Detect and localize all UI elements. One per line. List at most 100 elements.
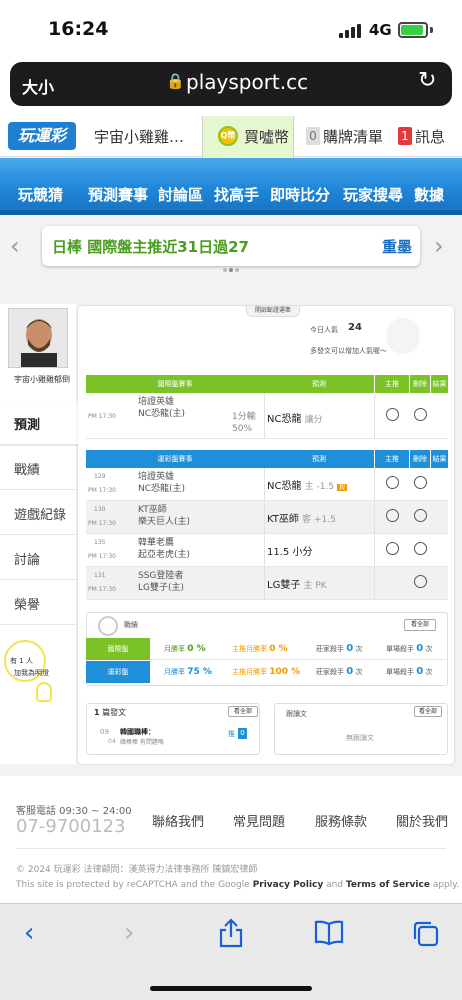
- pick-team: LG雙子 主 PK: [267, 576, 327, 591]
- main-pick-radio[interactable]: [386, 476, 399, 489]
- bookmarks-icon[interactable]: [314, 920, 344, 950]
- battery-tip: [430, 27, 433, 33]
- terms-link[interactable]: Terms of Service: [346, 880, 430, 890]
- site-logo[interactable]: 玩運彩: [8, 122, 76, 150]
- sidebar-item-label: 遊戲紀錄: [14, 508, 67, 523]
- stats-row-intl: 國際盤 月勝率 0 % 主推月勝率 0 % 莊家殺手 0 次 單場殺手 0 次: [86, 638, 448, 660]
- forward-icon[interactable]: ›: [124, 918, 134, 948]
- stat-label: 單場殺手: [386, 668, 414, 676]
- avatar[interactable]: [8, 308, 68, 368]
- post-title[interactable]: 韓國職棒：: [120, 727, 155, 737]
- col-divider: [374, 393, 375, 439]
- table-row: PM 17:30 培證英雄 NC恐龍(主) 1分輸 50% NC恐龍 讓分: [86, 393, 448, 439]
- share-icon[interactable]: [218, 918, 244, 952]
- replies-label: 跟讀文: [286, 710, 307, 718]
- menu-item-forum[interactable]: 討論區: [158, 184, 203, 205]
- captcha-and: and: [326, 880, 344, 890]
- menu-item-predict[interactable]: 預測賽事: [88, 184, 148, 205]
- back-icon[interactable]: ‹: [24, 918, 34, 948]
- pick-team: KT巫師 客 +1.5: [267, 510, 336, 525]
- nav-username[interactable]: 宇宙小雞雞…: [94, 126, 184, 147]
- delete-radio[interactable]: [414, 575, 427, 588]
- sports-header-main: 主推: [375, 450, 409, 468]
- chevron-right-icon[interactable]: ›: [434, 232, 444, 260]
- coin-label[interactable]: 買噓幣: [244, 126, 289, 147]
- posts-view-all-button[interactable]: 看全部: [228, 706, 258, 717]
- stat-killer: 莊家殺手 0 次: [316, 638, 362, 660]
- stat-unit: 次: [355, 645, 363, 653]
- pick-detail: 讓分: [304, 415, 323, 425]
- sidebar-item-record[interactable]: 戰績: [0, 446, 76, 490]
- sports-header-delete: 刪除: [410, 450, 430, 468]
- intl-header-predict: 預測: [264, 375, 374, 393]
- main-pick-radio[interactable]: [386, 542, 399, 555]
- target-icon: [98, 616, 118, 636]
- cart-count-badge: 0: [306, 127, 320, 145]
- match-number: 135: [94, 539, 106, 546]
- sidebar-item-discussion[interactable]: 討論: [0, 536, 76, 580]
- stat-label: 月勝率: [164, 668, 185, 676]
- sports-header-match: 運彩盤賽事: [86, 450, 264, 468]
- intl-header-result: 結果: [431, 375, 448, 393]
- home-indicator: [150, 986, 312, 991]
- col-divider: [264, 468, 265, 600]
- pick-detail: 主 -1.5: [304, 482, 335, 492]
- ticker-dots: [223, 268, 239, 274]
- stat-label: 主推月勝率: [232, 668, 267, 676]
- match-time: PM 17:30: [88, 586, 116, 593]
- delete-radio[interactable]: [414, 476, 427, 489]
- footer-link-contact[interactable]: 聯絡我們: [152, 811, 204, 830]
- url-text[interactable]: playsport.cc: [186, 70, 308, 94]
- team-away: KT巫師: [138, 505, 167, 515]
- match-teams: 韓華老鷹 起亞老虎(主): [138, 537, 190, 561]
- match-teams: KT巫師 樂天巨人(主): [138, 504, 190, 528]
- match-time: PM 17:30: [88, 413, 116, 420]
- post-subtitle[interactable]: 韓棒棒 有問題嗎: [120, 737, 164, 746]
- pick-text: NC恐龍: [267, 481, 302, 492]
- main-pick-radio[interactable]: [386, 408, 399, 421]
- reload-icon[interactable]: ↻: [418, 68, 436, 93]
- replies-view-all-button[interactable]: 看全部: [414, 706, 442, 717]
- footer-link-terms[interactable]: 服務條款: [315, 811, 367, 830]
- ticker-text[interactable]: 日棒 國際盤主推近31日過27: [52, 236, 249, 257]
- menu-item-data[interactable]: 數據: [414, 184, 444, 205]
- sidebar-item-honor[interactable]: 榮譽: [0, 581, 76, 625]
- posts-label: 篇發文: [102, 708, 127, 717]
- sidebar-item-game-log[interactable]: 遊戲紀錄: [0, 491, 76, 535]
- message-link[interactable]: 訊息: [415, 126, 445, 147]
- footer-link-faq[interactable]: 常見問題: [233, 811, 285, 830]
- stats-view-all-button[interactable]: 看全部: [404, 619, 436, 631]
- privacy-link[interactable]: Privacy Policy: [253, 880, 324, 890]
- lightbulb-icon[interactable]: [36, 682, 52, 702]
- team-away: 培證英雄: [138, 397, 175, 407]
- delete-radio[interactable]: [414, 408, 427, 421]
- menu-label: 玩競猜: [18, 186, 64, 204]
- copyright: © 2024 玩運彩 法律顧問：漢英得力法律事務所 陳鎮宏律師: [16, 865, 258, 875]
- menu-item-player-search[interactable]: 玩家搜尋: [343, 184, 403, 205]
- panel-toggle-tab[interactable]: 開啟斷證運牽: [246, 306, 300, 317]
- main-pick-radio[interactable]: [386, 509, 399, 522]
- text-size-button[interactable]: 大小: [22, 74, 54, 98]
- team-away: SSG登陸者: [138, 571, 184, 581]
- table-row: 130 PM 17:30 KT巫師 樂天巨人(主) KT巫師 客 +1.5: [86, 501, 448, 534]
- chevron-left-icon[interactable]: ‹: [10, 232, 20, 260]
- tabs-icon[interactable]: [412, 920, 440, 952]
- col-divider: [374, 468, 375, 600]
- menu-item-guess[interactable]: 玩競猜: [18, 184, 63, 205]
- menu-item-experts[interactable]: 找高手: [214, 184, 259, 205]
- stat-value: 75 %: [187, 667, 212, 677]
- footer-link-about[interactable]: 關於我們: [396, 811, 448, 830]
- sidebar-item-predict[interactable]: 預測: [0, 401, 80, 445]
- stat-main-rate: 主推月勝率 0 %: [232, 638, 288, 660]
- team-home: NC恐龍(主): [138, 409, 186, 419]
- pick-text: KT巫師: [267, 514, 299, 525]
- post-like-count: 0: [238, 728, 247, 739]
- cart-link[interactable]: 購牌清單: [323, 126, 383, 147]
- post-date-month: 09: [100, 728, 109, 736]
- hot-badge: 殺: [337, 484, 348, 491]
- ticker-team[interactable]: 重墨: [382, 236, 412, 257]
- menu-item-livescore[interactable]: 即時比分: [270, 184, 330, 205]
- service-phone[interactable]: 07-9700123: [16, 816, 126, 837]
- delete-radio[interactable]: [414, 542, 427, 555]
- delete-radio[interactable]: [414, 509, 427, 522]
